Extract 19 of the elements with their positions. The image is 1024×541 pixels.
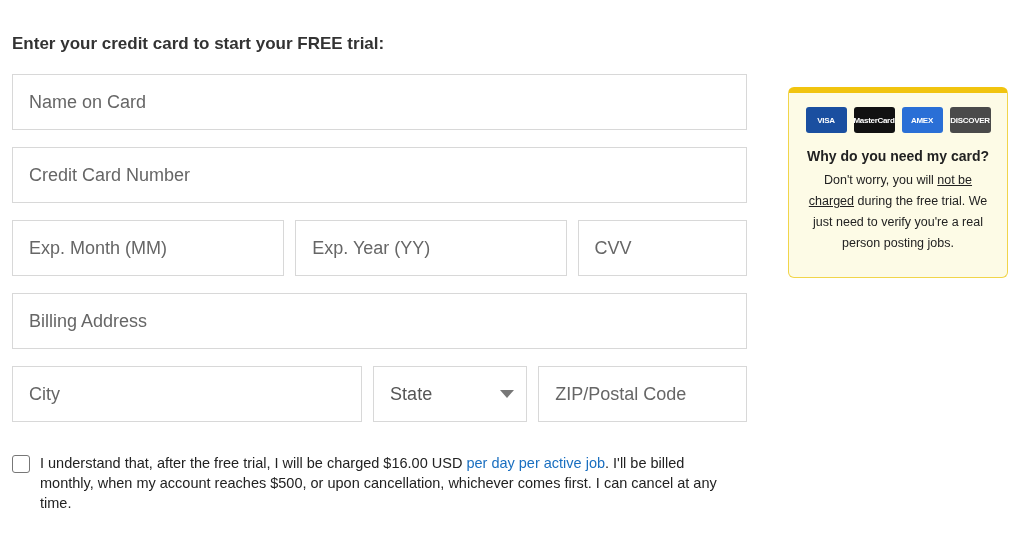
card-logo: DISCOVER — [949, 107, 991, 133]
input-field[interactable]: CVV — [577, 220, 747, 276]
input-field[interactable]: Name on Card — [12, 74, 747, 130]
input-field[interactable]: ZIP/Postal Code — [538, 366, 747, 422]
input-field[interactable]: City — [12, 366, 363, 422]
input-field[interactable]: Billing Address — [12, 293, 747, 349]
input-field[interactable]: Exp. Year (YY) — [295, 220, 567, 276]
input-field[interactable]: Exp. Month (MM) — [12, 220, 285, 276]
agreement-text: I understand that, after the free trial, I will be charged $16.00 USD per day per active job. I'll be billed monthly, when my account reaches $500, or upon cancellation, whichever comes first. I can cancel at any time. — [40, 454, 718, 513]
card-logo: AMEX — [901, 107, 943, 133]
form-heading: Enter your credit card to start your FREE trial: — [12, 34, 386, 54]
info-text: Don't worry, you will not be charged during the free trial. We just need to verify you're a real person posting jobs. — [807, 172, 989, 252]
card-logo: VISA — [805, 107, 847, 133]
info-title: Why do you need my card? — [807, 148, 989, 164]
state-dropdown[interactable]: State — [373, 366, 528, 422]
caret-icon — [500, 390, 515, 398]
agreement-checkbox[interactable] — [12, 455, 30, 473]
card-logo: MasterCard — [853, 107, 895, 133]
input-field[interactable]: Credit Card Number — [12, 147, 747, 203]
